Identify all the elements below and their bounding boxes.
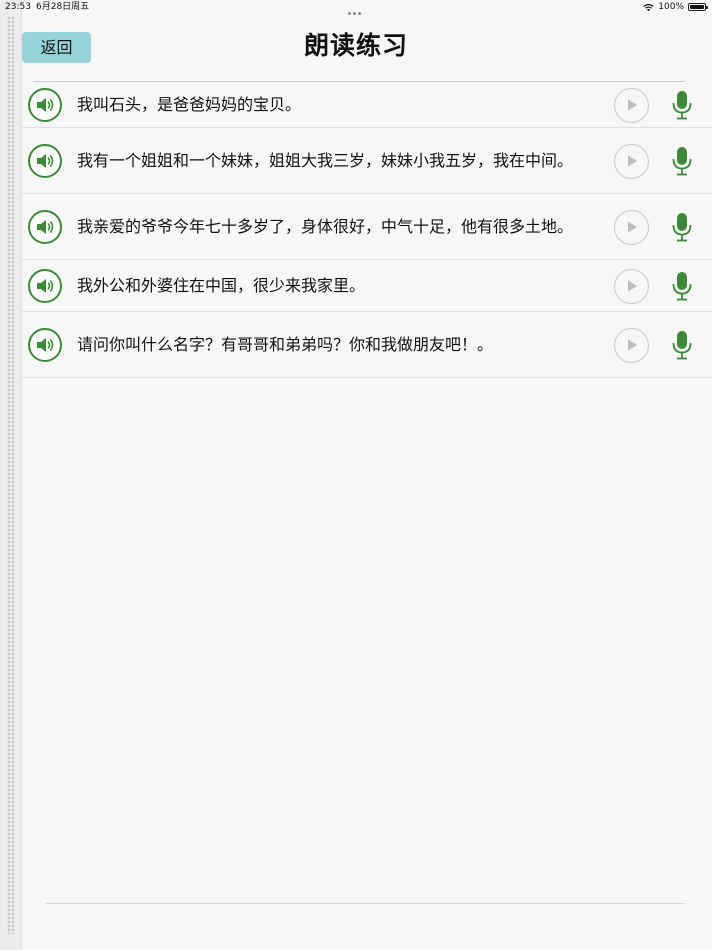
multitask-handle[interactable] (348, 6, 366, 15)
microphone-icon (672, 91, 692, 120)
status-bar: 23:53 6月28日周五 100% (0, 0, 712, 15)
sentence-text: 我叫石头，是爸爸妈妈的宝贝。 (77, 95, 302, 114)
microphone-icon (672, 147, 692, 176)
bottom-divider (46, 903, 685, 904)
microphone-icon (672, 331, 692, 360)
play-icon (627, 221, 637, 233)
sentence-text: 我有一个姐姐和一个妹妹，姐姐大我三岁，妹妹小我五岁，我在中间。 (77, 151, 574, 170)
speaker-icon (37, 220, 54, 234)
status-time: 23:53 (5, 2, 31, 12)
speaker-icon (37, 279, 54, 293)
sentence-row: 我亲爱的爷爷今年七十多岁了，身体很好，中气十足，他有很多土地。 (22, 194, 712, 260)
sentence-text: 我亲爱的爷爷今年七十多岁了，身体很好，中气十足，他有很多土地。 (77, 217, 574, 236)
sentence-row: 我外公和外婆住在中国，很少来我家里。 (22, 260, 712, 312)
record-button[interactable] (669, 329, 695, 361)
play-button[interactable] (614, 87, 649, 123)
play-button[interactable] (614, 209, 649, 245)
sentence-list: 我叫石头，是爸爸妈妈的宝贝。 我有一个姐姐和一个妹妹，姐姐大我三岁，妹妹小我五岁… (22, 82, 712, 378)
record-button[interactable] (669, 89, 695, 121)
speaker-button[interactable] (28, 328, 62, 362)
wifi-icon (643, 3, 654, 11)
page-title: 朗读练习 (303, 31, 408, 60)
sentence-row: 我有一个姐姐和一个妹妹，姐姐大我三岁，妹妹小我五岁，我在中间。 (22, 128, 712, 194)
speaker-icon (37, 98, 54, 112)
speaker-button[interactable] (28, 210, 62, 244)
notebook-binding (0, 0, 22, 950)
play-icon (627, 99, 637, 111)
speaker-button[interactable] (28, 269, 62, 303)
sentence-row: 我叫石头，是爸爸妈妈的宝贝。 (22, 82, 712, 128)
speaker-icon (37, 154, 54, 168)
speaker-icon (37, 338, 54, 352)
record-button[interactable] (669, 145, 695, 177)
page: 23:53 6月28日周五 100% 返回 朗读练习 我叫石头，是爸爸妈妈的宝贝… (0, 0, 712, 950)
sentence-text: 请问你叫什么名字？有哥哥和弟弟吗？你和我做朋友吧！。 (77, 335, 494, 354)
play-button[interactable] (614, 268, 649, 304)
speaker-button[interactable] (28, 88, 62, 122)
record-button[interactable] (669, 270, 695, 302)
play-button[interactable] (614, 327, 649, 363)
microphone-icon (672, 272, 692, 301)
record-button[interactable] (669, 211, 695, 243)
sentence-text: 我外公和外婆住在中国，很少来我家里。 (77, 276, 366, 295)
status-right: 100% (643, 0, 708, 14)
microphone-icon (672, 213, 692, 242)
status-date: 6月28日周五 (36, 2, 90, 12)
sentence-row: 请问你叫什么名字？有哥哥和弟弟吗？你和我做朋友吧！。 (22, 312, 712, 378)
binding-dots (7, 16, 15, 934)
battery-percent: 100% (658, 2, 684, 12)
speaker-button[interactable] (28, 144, 62, 178)
play-icon (627, 280, 637, 292)
play-button[interactable] (614, 143, 649, 179)
play-icon (627, 155, 637, 167)
play-icon (627, 339, 637, 351)
battery-icon (688, 3, 708, 11)
